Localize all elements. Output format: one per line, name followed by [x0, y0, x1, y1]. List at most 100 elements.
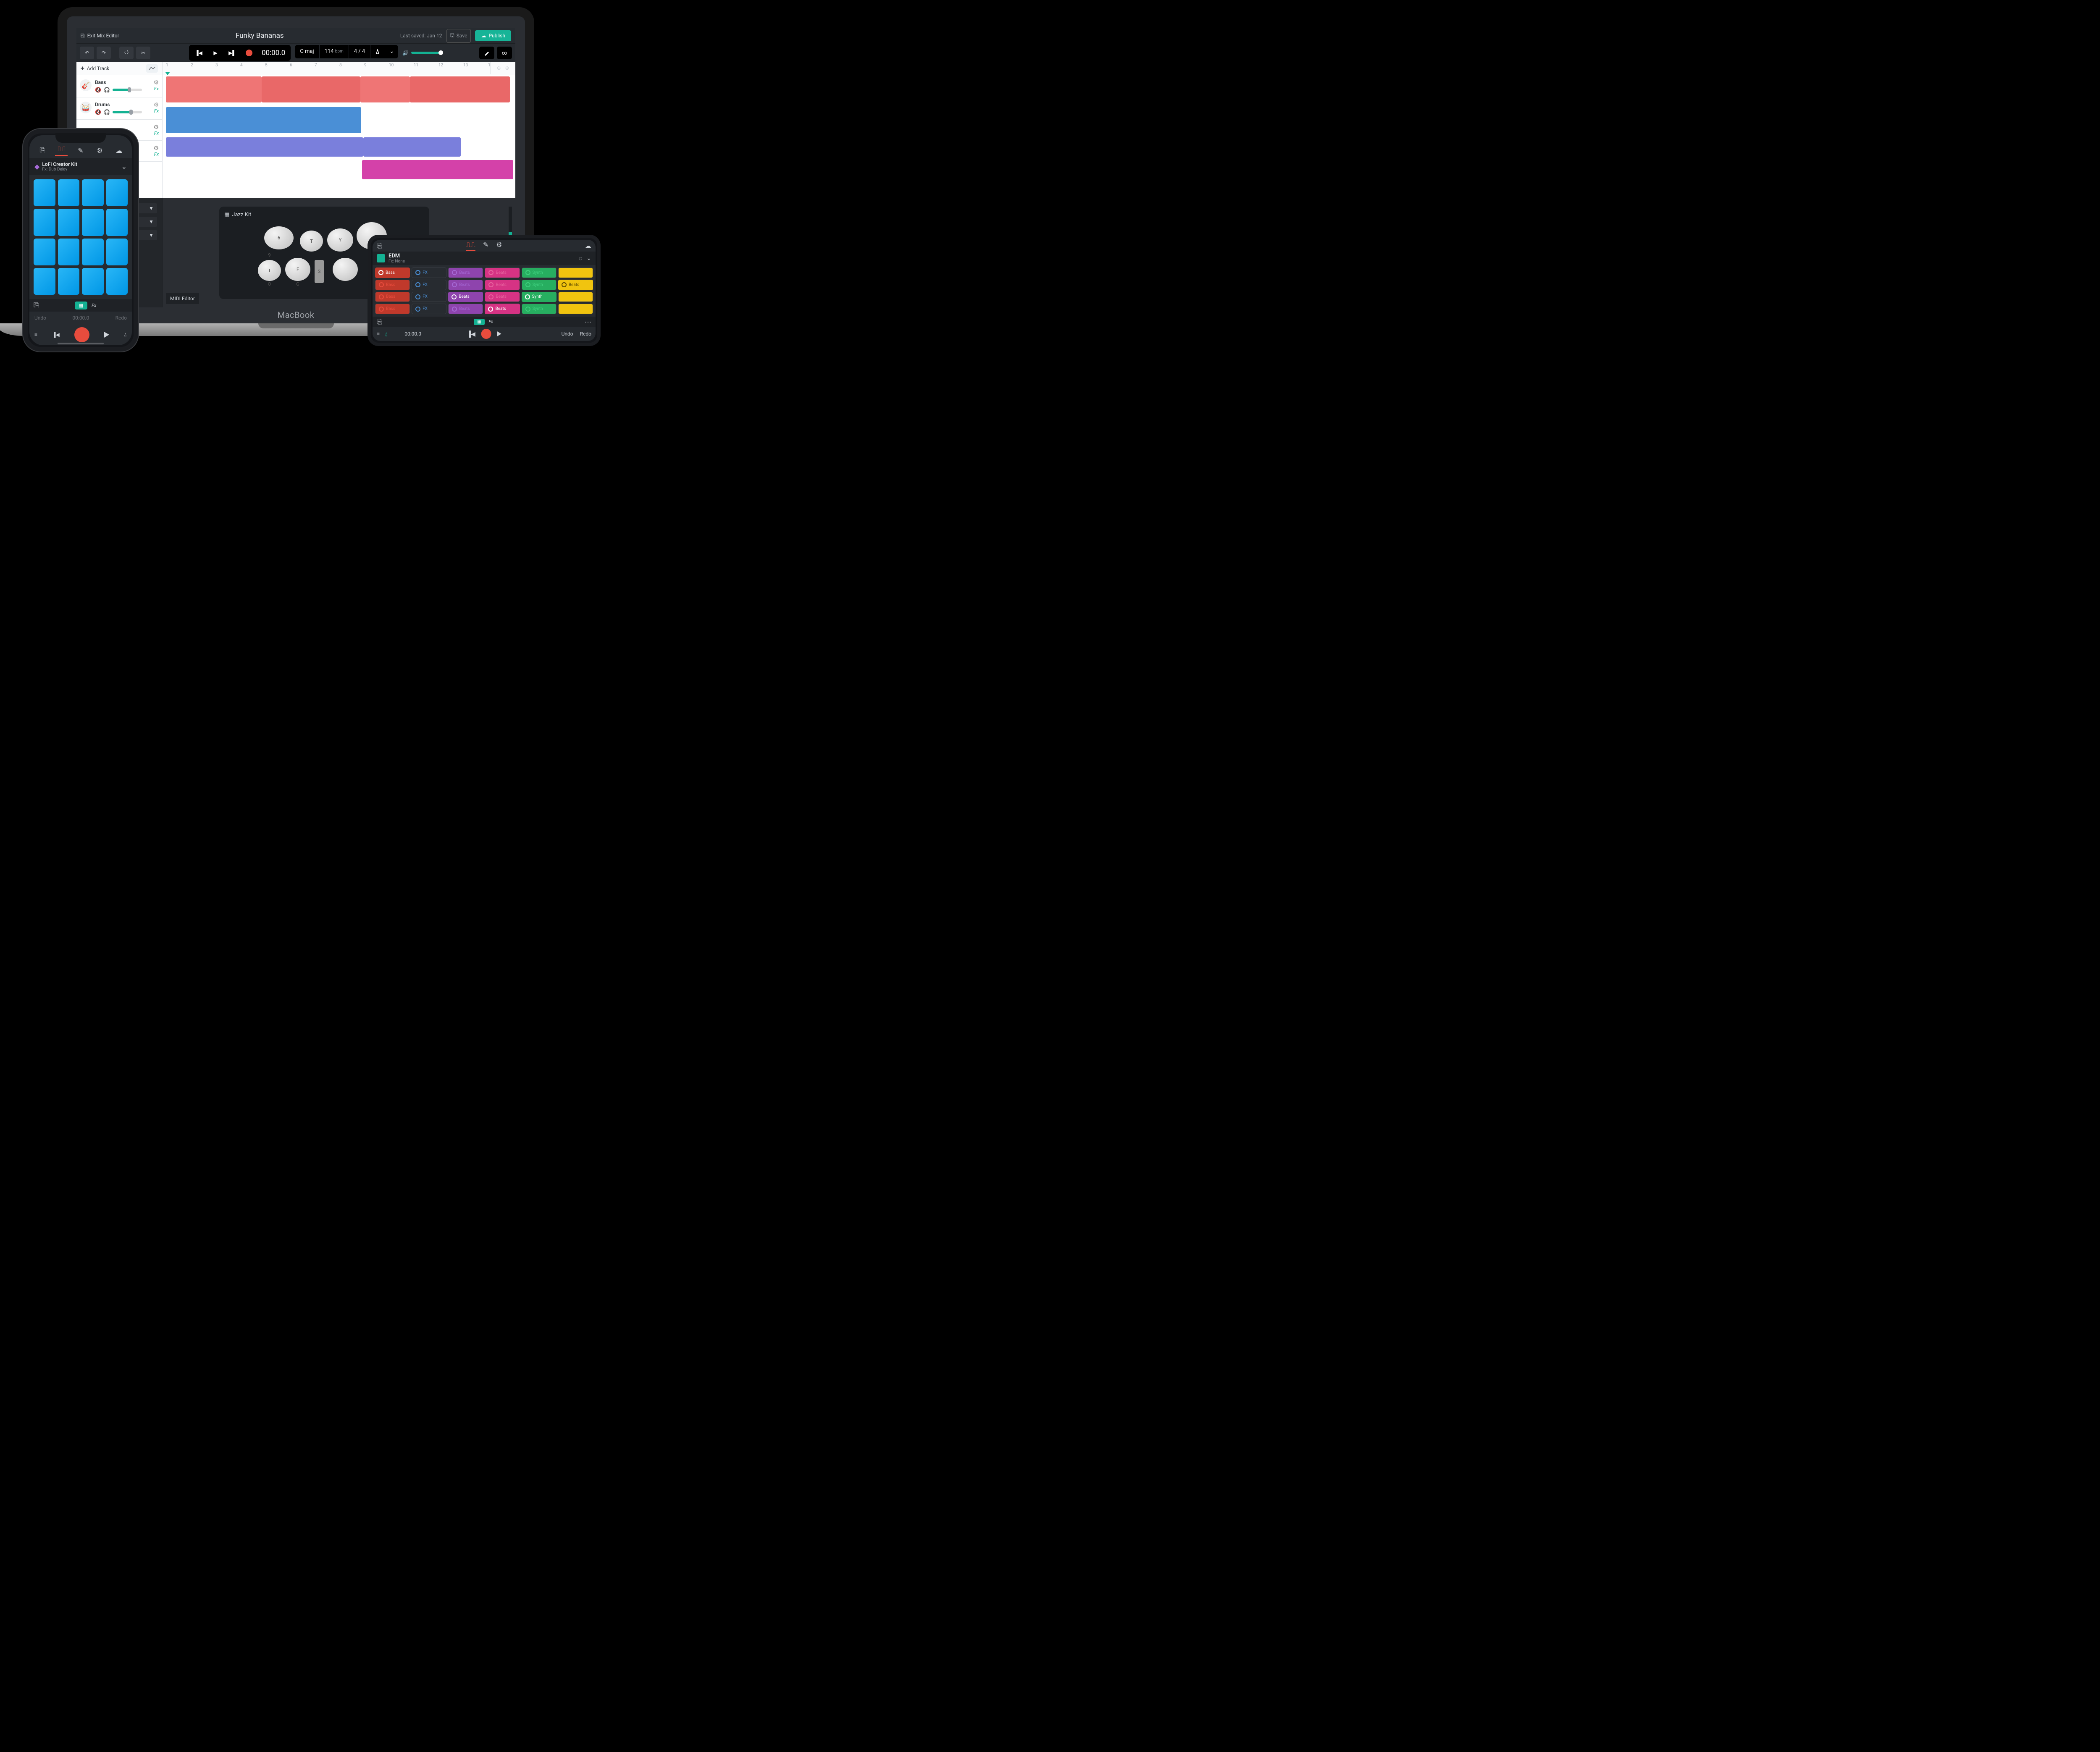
track-name[interactable]: Drums: [95, 102, 150, 108]
loop-cell[interactable]: Bass: [375, 304, 410, 314]
midi-clip[interactable]: [363, 137, 461, 157]
mute-icon[interactable]: 🔇: [95, 109, 101, 115]
timesig-selector[interactable]: 4 / 4: [349, 45, 370, 58]
edit-icon[interactable]: ✎: [74, 147, 87, 155]
chevron-down-icon[interactable]: ⌄: [121, 163, 127, 170]
timeline-ruler[interactable]: 123456789101112131: [163, 62, 515, 75]
loop-cell[interactable]: Synth: [522, 304, 556, 314]
cloud-icon[interactable]: ☁: [113, 147, 125, 155]
publish-button[interactable]: ☁ Publish: [475, 30, 511, 41]
sound-tab-icon[interactable]: ⎍⎍: [55, 145, 68, 156]
loop-cell[interactable]: Beats: [448, 268, 483, 278]
magnet-button[interactable]: ✂: [136, 47, 150, 59]
drum-pad[interactable]: [34, 239, 55, 265]
kit-header[interactable]: EDM Fx: None ◌ ⌄: [373, 252, 596, 265]
track-name[interactable]: Bass: [95, 79, 150, 85]
drum-pad[interactable]: T: [300, 231, 323, 252]
track-fx-button[interactable]: Fx: [153, 152, 159, 157]
kit-name[interactable]: Jazz Kit: [232, 212, 251, 218]
exit-editor-button[interactable]: ⎘ Exit Mix Editor: [81, 33, 119, 39]
loop-cell[interactable]: Beats: [448, 280, 483, 290]
fx-button[interactable]: Fx: [489, 320, 493, 324]
drum-pad[interactable]: [106, 179, 128, 206]
loop-cell[interactable]: Beats: [448, 304, 483, 314]
drum-pad[interactable]: [58, 239, 80, 265]
headphone-icon[interactable]: 🎧: [104, 87, 110, 93]
more-icon[interactable]: ⋯: [585, 318, 591, 326]
song-title[interactable]: Funky Bananas: [123, 31, 396, 40]
loop-cell[interactable]: Synth: [522, 292, 556, 302]
midi-clip[interactable]: [360, 76, 410, 102]
back-icon[interactable]: ⎘: [377, 241, 382, 250]
record-button[interactable]: [241, 46, 257, 60]
drum-pad[interactable]: S: [315, 260, 324, 283]
skip-start-icon[interactable]: ▐◀: [467, 330, 475, 338]
mixer-icon[interactable]: ≡: [377, 331, 380, 337]
track-header-bass[interactable]: 🎸 Bass 🔇 🎧 ⚙ Fx: [76, 75, 162, 97]
track-settings-icon[interactable]: ⚙: [153, 124, 159, 131]
add-track-button[interactable]: + Add Track: [76, 62, 162, 75]
track-header-drums[interactable]: 🥁 Drums 🔇 🎧 ⚙ Fx: [76, 97, 162, 120]
skip-start-button[interactable]: ▐◀: [190, 46, 207, 60]
loop-cell[interactable]: Bass: [375, 292, 410, 302]
track-volume-slider[interactable]: [113, 89, 142, 91]
midi-clip[interactable]: [166, 107, 361, 133]
loop-cell[interactable]: Beats: [485, 280, 520, 290]
grid-view-button[interactable]: ▦: [75, 302, 87, 309]
drum-pad[interactable]: [106, 209, 128, 236]
track-settings-icon[interactable]: ⚙: [153, 79, 159, 86]
loop-cell[interactable]: Beats: [558, 304, 593, 314]
undo-button[interactable]: Undo: [34, 315, 46, 321]
drum-pad[interactable]: [58, 209, 80, 236]
loop-cell[interactable]: Beats: [485, 292, 520, 302]
loop-cell[interactable]: FX: [412, 304, 446, 314]
track-fx-button[interactable]: Fx: [153, 108, 159, 114]
volume-slider[interactable]: [411, 52, 441, 54]
midi-clip[interactable]: [166, 137, 363, 157]
midi-clip[interactable]: [362, 160, 513, 179]
drum-pad[interactable]: Y: [327, 228, 353, 252]
loop-cell[interactable]: FX: [412, 292, 446, 302]
midi-clip[interactable]: [166, 76, 262, 102]
settings-dropdown[interactable]: ⌄: [385, 45, 398, 58]
track-fx-button[interactable]: Fx: [153, 131, 159, 136]
bpm-selector[interactable]: 114 bpm: [320, 45, 349, 58]
loop-button[interactable]: ⭯: [119, 47, 134, 59]
metronome-icon[interactable]: ⍙: [124, 332, 127, 338]
save-button[interactable]: 🖫 Save: [446, 29, 471, 43]
skip-start-icon[interactable]: ▐◀: [52, 332, 60, 338]
drum-pad[interactable]: [34, 209, 55, 236]
play-button[interactable]: ▶: [207, 46, 224, 60]
copy-icon[interactable]: ⎘: [377, 317, 382, 326]
loop-icon[interactable]: ◌: [579, 255, 582, 262]
loop-infinite-button[interactable]: ∞: [497, 47, 512, 59]
drum-pad[interactable]: [106, 268, 128, 295]
settings-icon[interactable]: ⚙: [94, 147, 106, 155]
loop-cell[interactable]: Beats: [558, 280, 593, 290]
sound-tab-icon[interactable]: ⎍⎍: [466, 241, 475, 251]
drum-pad[interactable]: [333, 258, 358, 281]
loop-cell[interactable]: Beats: [558, 292, 593, 302]
play-icon[interactable]: [497, 331, 501, 336]
mute-icon[interactable]: 🔇: [95, 87, 101, 93]
loop-cell[interactable]: Beats: [485, 268, 520, 278]
edit-icon[interactable]: ✎: [483, 241, 488, 251]
back-icon[interactable]: ⎘: [36, 146, 49, 155]
drum-pad[interactable]: [58, 268, 80, 295]
loop-cell[interactable]: FX: [412, 268, 446, 278]
midi-clip[interactable]: [262, 76, 360, 102]
midi-editor-tab[interactable]: MIDI Editor: [166, 293, 199, 304]
brush-tool-button[interactable]: [479, 47, 494, 59]
track-settings-icon[interactable]: ⚙: [153, 102, 159, 108]
track-settings-icon[interactable]: ⚙: [153, 145, 159, 152]
headphone-icon[interactable]: 🎧: [104, 109, 110, 115]
redo-button[interactable]: Redo: [580, 331, 591, 337]
loop-cell[interactable]: Bass: [375, 268, 410, 278]
loop-cell[interactable]: Bass: [375, 280, 410, 290]
copy-icon[interactable]: ⎘: [34, 301, 39, 309]
fx-button[interactable]: Fx: [92, 303, 96, 308]
zoom-in-icon[interactable]: ⊕: [505, 65, 509, 71]
redo-button[interactable]: ↷: [97, 47, 111, 59]
metronome-button[interactable]: [370, 45, 385, 58]
midi-clip[interactable]: [410, 76, 510, 102]
